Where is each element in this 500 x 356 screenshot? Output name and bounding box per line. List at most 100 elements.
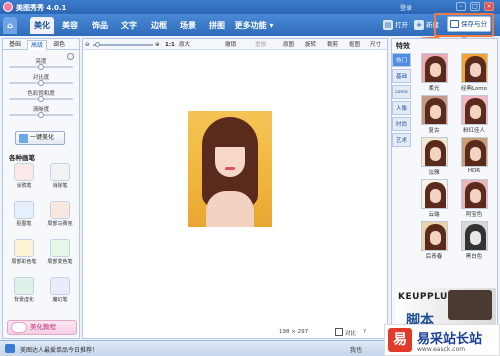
effect-hdr[interactable]: HDR [454,137,494,177]
close-icon[interactable]: × [484,2,494,11]
redo-button[interactable]: 重做 [255,41,266,49]
slider-contrast[interactable] [9,80,73,86]
pen-local-color[interactable]: 局部彩色笔 [11,239,37,267]
slider-saturation[interactable] [9,96,73,102]
edited-photo[interactable] [188,111,272,227]
effect-abao[interactable]: 阿宝色 [454,179,494,219]
original-image-button[interactable]: 原图 [283,41,294,49]
tab-beautify[interactable]: 美化 [30,17,54,34]
slider-knob[interactable] [38,64,44,70]
slider-knob[interactable] [38,80,44,86]
effect-label: 云端 [428,212,440,218]
effect-label: 复古 [428,128,440,134]
tab-scene[interactable]: 场景 [176,17,200,34]
pen-eraser[interactable]: 消除笔 [47,163,73,191]
adjust-panel: 基础 高级 调色 亮度 对比度 色彩饱和度 清晰度 一键美化 各种画笔 涂鸦笔 … [2,38,80,339]
subtab-basic[interactable]: 基础 [5,40,25,50]
pen-cutout[interactable]: 抠图笔 [11,201,37,229]
crop-button[interactable]: 裁剪 [327,41,338,49]
resize-button[interactable]: 尺寸 [370,41,381,49]
status-news-link[interactable]: 美图达人最爱单品今日推荐！ [20,345,98,354]
effect-youth[interactable]: 后青春 [414,221,454,261]
effect-label: 阿宝色 [465,212,483,218]
thumb-face [430,231,441,245]
compare-button[interactable]: 对比 [345,329,356,337]
zoom-in-icon[interactable]: ⊕ [155,41,160,49]
effect-thumb [421,221,448,251]
scissors-icon [14,201,34,219]
effect-thumb [461,221,488,251]
pen-doodle[interactable]: 涂鸦笔 [11,163,37,191]
pen-mosaic[interactable]: 局部马赛克 [47,201,73,229]
effect-tab-fashion[interactable]: 时尚 [392,117,411,131]
magic-wand-icon [19,134,28,143]
photo-shoulders [206,191,254,227]
slider-knob[interactable] [38,112,44,118]
effect-classic-lomo[interactable]: 经典Lomo [454,53,494,93]
zoom-slider[interactable] [93,42,153,47]
tab-home[interactable]: ⌂ [3,17,17,34]
effect-elegant[interactable]: 淡雅 [414,137,454,177]
photo-lips [225,167,235,170]
tab-text[interactable]: 文字 [117,17,141,34]
rotate-button[interactable]: 旋转 [305,41,316,49]
thumb-face [430,147,441,161]
watermark-name: 易采站长站 [417,332,483,347]
pen-recolor[interactable]: 局部变色笔 [47,239,73,267]
open-button[interactable]: ▤ 打开 [383,18,408,32]
effects-title: 特效 [396,42,410,50]
effect-soft-light[interactable]: 柔光 [414,53,454,93]
doodle-brush-icon [14,163,34,181]
thumb-face [430,189,441,203]
zoom-out-icon[interactable]: ⊖ [85,41,90,49]
tab-accessories[interactable]: 饰品 [88,17,112,34]
subtab-advanced[interactable]: 高级 [27,40,47,50]
slider-knob[interactable] [38,96,44,102]
thumb-face [430,105,441,119]
photo-bangs [212,125,248,147]
one-key-beautify-button[interactable]: 一键美化 [15,131,65,145]
effect-label: HDR [467,168,481,174]
effect-tab-hot[interactable]: 热门 [392,53,411,67]
cutout-button[interactable]: 抠图 [349,41,360,49]
tab-border[interactable]: 边框 [147,17,171,34]
pen-label: 抠图笔 [16,221,32,227]
effect-cloud[interactable]: 云端 [414,179,454,219]
effect-tab-portrait[interactable]: 人像 [392,101,411,115]
effect-tab-basic[interactable]: 基础 [392,69,411,83]
paint-brush-icon [14,239,34,257]
effect-retro[interactable]: 复古 [414,95,454,135]
subtab-color[interactable]: 调色 [49,40,69,50]
tab-collage[interactable]: 拼图 [205,17,229,34]
effect-black-white[interactable]: 黑白色 [454,221,494,261]
status-right-text[interactable]: 我也 [350,345,362,354]
eraser-icon [50,163,70,181]
pen-magic[interactable]: 魔幻笔 [47,277,73,305]
tab-more[interactable]: 更多功能 ▾ [233,17,275,34]
maximize-icon[interactable]: □ [470,2,480,11]
pen-bg-blur[interactable]: 背景虚化 [11,277,37,305]
compare-icon[interactable] [335,328,343,336]
tutorial-button[interactable]: 美化教程 [7,320,77,335]
slider-brightness[interactable] [9,64,73,70]
tab-more-label: 更多功能 [234,21,267,30]
tab-makeup[interactable]: 美容 [58,17,82,34]
zoom-knob[interactable] [95,42,100,47]
minimize-icon[interactable]: – [456,2,466,11]
help-link[interactable]: ? [363,329,366,335]
zoom-ratio[interactable]: 1:1 [165,41,175,49]
undo-button[interactable]: 撤销 [225,41,236,49]
effect-pink-lady[interactable]: 粉红佳人 [454,95,494,135]
slider-sharpness[interactable] [9,112,73,118]
watermark-url: www.easck.com [417,346,466,353]
pen-label: 背景虚化 [13,297,34,303]
effect-tab-lomo[interactable]: Lomo [392,85,411,99]
effect-label: 黑白色 [465,254,483,260]
pen-label: 魔幻笔 [52,297,68,303]
effect-label: 粉红佳人 [462,128,485,134]
login-link[interactable]: 登录 [400,3,412,12]
effect-tab-art[interactable]: 艺术 [392,133,411,147]
original-size-button[interactable]: 原大 [179,41,190,49]
pen-label: 局部变色笔 [47,259,73,265]
one-key-label: 一键美化 [30,134,55,141]
